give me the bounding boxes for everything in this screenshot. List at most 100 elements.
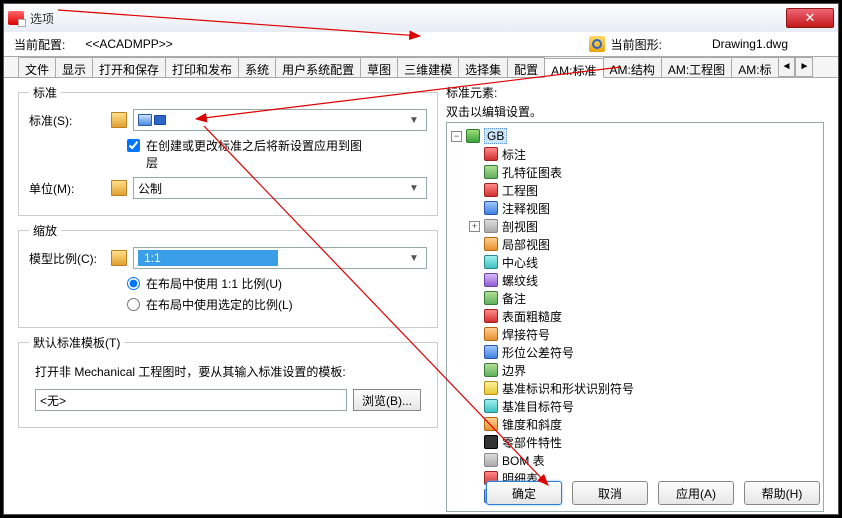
tab-7[interactable]: 三维建模 bbox=[397, 57, 459, 77]
standard-legend: 标准 bbox=[29, 84, 61, 101]
book-icon bbox=[466, 129, 480, 143]
apply-button[interactable]: 应用(A) bbox=[658, 481, 734, 505]
tree-node[interactable]: 备注 bbox=[451, 289, 819, 307]
standard-label: 标准(S): bbox=[29, 112, 105, 129]
tree-expand-icon[interactable]: + bbox=[469, 221, 480, 232]
app-icon bbox=[8, 11, 24, 25]
tree-item-icon bbox=[484, 183, 498, 197]
unit-label: 单位(M): bbox=[29, 180, 105, 197]
tree-item-icon bbox=[484, 255, 498, 269]
folder-icon-3 bbox=[111, 250, 127, 266]
titlebar: 选项 ✕ bbox=[4, 4, 838, 32]
tree-item-icon bbox=[484, 327, 498, 341]
tree-node[interactable]: 基准目标符号 bbox=[451, 397, 819, 415]
tab-0[interactable]: 文件 bbox=[18, 57, 56, 77]
tree-item-icon bbox=[484, 291, 498, 305]
tree-item-icon bbox=[484, 309, 498, 323]
tree-item-icon bbox=[484, 273, 498, 287]
window-title: 选项 bbox=[30, 10, 786, 27]
template-group: 默认标准模板(T) 打开非 Mechanical 工程图时，要从其输入标准设置的… bbox=[18, 334, 438, 428]
standards-tree[interactable]: −GB标注孔特征图表工程图注释视图+剖视图局部视图中心线螺纹线备注表面粗糙度焊接… bbox=[446, 122, 824, 512]
tab-3[interactable]: 打印和发布 bbox=[165, 57, 239, 77]
tab-10[interactable]: AM:标准 bbox=[544, 58, 603, 78]
tree-item-icon bbox=[484, 237, 498, 251]
tree-node[interactable]: 螺纹线 bbox=[451, 271, 819, 289]
tree-item-icon bbox=[484, 201, 498, 215]
zoom-group: 缩放 模型比例(C): 1:1 ▼ 在布局中使用 1:1 比例(U) bbox=[18, 222, 438, 328]
template-path-input[interactable] bbox=[35, 389, 347, 411]
current-drawing-label: 当前图形: bbox=[611, 36, 662, 53]
tab-2[interactable]: 打开和保存 bbox=[92, 57, 166, 77]
tab-11[interactable]: AM:结构 bbox=[603, 57, 662, 77]
tree-node[interactable]: 中心线 bbox=[451, 253, 819, 271]
tab-scroll-right[interactable]: ► bbox=[795, 57, 813, 77]
folder-icon-2 bbox=[111, 180, 127, 196]
help-button[interactable]: 帮助(H) bbox=[744, 481, 820, 505]
chevron-down-icon: ▼ bbox=[406, 253, 422, 264]
right-column: 标准元素: 双击以编辑设置。 −GB标注孔特征图表工程图注释视图+剖视图局部视图… bbox=[446, 84, 824, 470]
book-icon bbox=[138, 114, 152, 126]
profile-info-row: 当前配置: <<ACADMPP>> 当前图形: Drawing1.dwg bbox=[4, 32, 838, 56]
drawing-icon bbox=[589, 36, 605, 52]
tab-9[interactable]: 配置 bbox=[507, 57, 545, 77]
tree-item-icon bbox=[484, 363, 498, 377]
tree-node[interactable]: 形位公差符号 bbox=[451, 343, 819, 361]
standard-group: 标准 标准(S): ▼ 在创建或更改标准之后将新设置应用到图层 bbox=[18, 84, 438, 216]
layout-11-radio[interactable] bbox=[127, 277, 140, 290]
scale-label: 模型比例(C): bbox=[29, 250, 105, 267]
tree-node[interactable]: 局部视图 bbox=[451, 235, 819, 253]
tab-bar: 文件显示打开和保存打印和发布系统用户系统配置草图三维建模选择集配置AM:标准AM… bbox=[4, 56, 838, 78]
chevron-down-icon: ▼ bbox=[406, 115, 422, 126]
gb-badge-icon bbox=[154, 115, 166, 125]
tab-scroll-left[interactable]: ◄ bbox=[778, 57, 796, 77]
current-profile-label: 当前配置: bbox=[14, 36, 65, 53]
tree-node[interactable]: 工程图 bbox=[451, 181, 819, 199]
tab-1[interactable]: 显示 bbox=[55, 57, 93, 77]
ok-button[interactable]: 确定 bbox=[486, 481, 562, 505]
folder-icon bbox=[111, 112, 127, 128]
apply-to-layer-checkbox[interactable] bbox=[127, 139, 140, 152]
tree-item-icon bbox=[484, 165, 498, 179]
tree-item-icon bbox=[484, 219, 498, 233]
tree-node[interactable]: 锥度和斜度 bbox=[451, 415, 819, 433]
tree-node[interactable]: −GB bbox=[451, 127, 819, 145]
tree-item-icon bbox=[484, 417, 498, 431]
tree-node[interactable]: BOM 表 bbox=[451, 451, 819, 469]
tab-4[interactable]: 系统 bbox=[238, 57, 276, 77]
unit-dropdown[interactable]: 公制 ▼ bbox=[133, 177, 427, 199]
tree-collapse-icon[interactable]: − bbox=[451, 131, 462, 142]
browse-button[interactable]: 浏览(B)... bbox=[353, 389, 421, 411]
tab-8[interactable]: 选择集 bbox=[458, 57, 508, 77]
tab-5[interactable]: 用户系统配置 bbox=[275, 57, 361, 77]
options-dialog: 选项 ✕ 当前配置: <<ACADMPP>> 当前图形: Drawing1.dw… bbox=[3, 3, 839, 515]
close-button[interactable]: ✕ bbox=[786, 8, 834, 28]
tree-item-icon bbox=[484, 453, 498, 467]
chevron-down-icon: ▼ bbox=[406, 183, 422, 194]
zoom-legend: 缩放 bbox=[29, 222, 61, 239]
tab-6[interactable]: 草图 bbox=[360, 57, 398, 77]
tab-12[interactable]: AM:工程图 bbox=[661, 57, 732, 77]
tree-item-icon bbox=[484, 399, 498, 413]
unit-value: 公制 bbox=[138, 180, 406, 197]
tree-node[interactable]: 焊接符号 bbox=[451, 325, 819, 343]
template-legend: 默认标准模板(T) bbox=[29, 334, 124, 351]
tree-item-icon bbox=[484, 435, 498, 449]
elements-heading: 标准元素: bbox=[446, 84, 824, 101]
tree-node[interactable]: 标注 bbox=[451, 145, 819, 163]
tree-node[interactable]: 表面粗糙度 bbox=[451, 307, 819, 325]
scale-dropdown[interactable]: 1:1 ▼ bbox=[133, 247, 427, 269]
tree-item-icon bbox=[484, 345, 498, 359]
tree-node[interactable]: 孔特征图表 bbox=[451, 163, 819, 181]
layout-11-label: 在布局中使用 1:1 比例(U) bbox=[146, 275, 282, 292]
tree-node[interactable]: 零部件特性 bbox=[451, 433, 819, 451]
tree-node[interactable]: 注释视图 bbox=[451, 199, 819, 217]
standard-dropdown[interactable]: ▼ bbox=[133, 109, 427, 131]
tree-node[interactable]: +剖视图 bbox=[451, 217, 819, 235]
tree-node[interactable]: 边界 bbox=[451, 361, 819, 379]
cancel-button[interactable]: 取消 bbox=[572, 481, 648, 505]
tree-node[interactable]: 基准标识和形状识别符号 bbox=[451, 379, 819, 397]
current-drawing-value: Drawing1.dwg bbox=[712, 37, 788, 51]
layout-selected-radio[interactable] bbox=[127, 298, 140, 311]
tab-13[interactable]: AM:标 bbox=[731, 57, 778, 77]
layout-selected-label: 在布局中使用选定的比例(L) bbox=[146, 296, 293, 313]
